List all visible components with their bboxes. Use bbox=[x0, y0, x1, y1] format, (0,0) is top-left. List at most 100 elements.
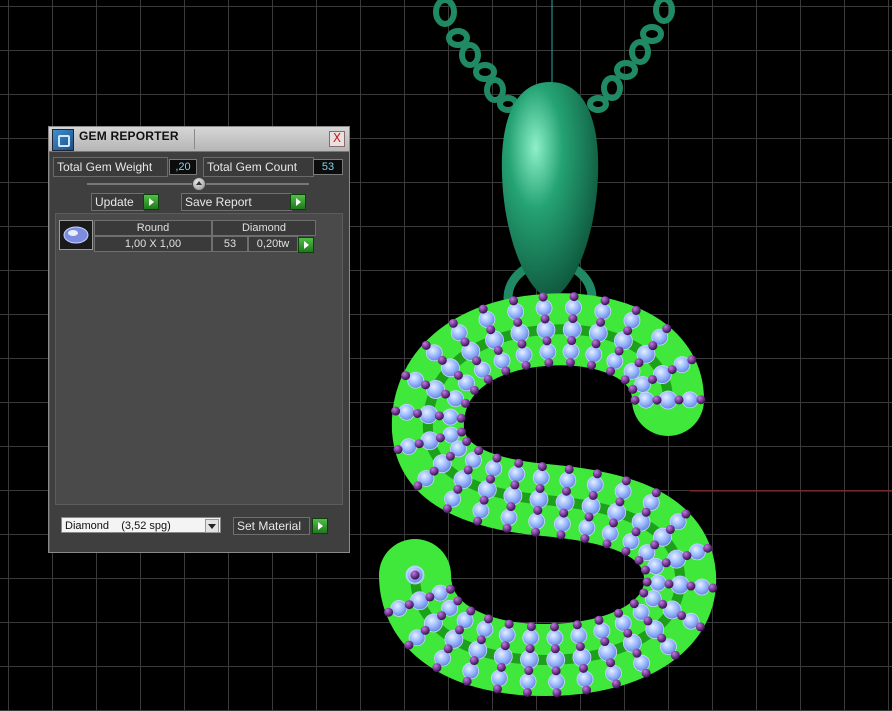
prong-bead bbox=[472, 356, 482, 366]
prong-bead bbox=[631, 305, 641, 315]
gem-row-play-icon[interactable] bbox=[298, 237, 314, 253]
prong-bead bbox=[425, 592, 435, 602]
pave-gem bbox=[546, 629, 564, 647]
prong-bead bbox=[640, 565, 650, 575]
set-material-button[interactable]: Set Material bbox=[233, 517, 310, 535]
prong-bead bbox=[473, 516, 483, 526]
prong-bead bbox=[606, 366, 616, 376]
save-report-button[interactable]: Save Report bbox=[181, 193, 292, 211]
prong-bead bbox=[596, 317, 606, 327]
prong-bead bbox=[474, 446, 484, 456]
prong-bead bbox=[682, 551, 692, 561]
prong-bead bbox=[502, 523, 512, 533]
pave-gem bbox=[670, 575, 690, 595]
prong-bead bbox=[552, 688, 562, 698]
pave-gem bbox=[400, 438, 417, 455]
prong-bead bbox=[501, 366, 511, 376]
prong-bead bbox=[687, 355, 697, 365]
pave-gem bbox=[637, 391, 655, 409]
prong-bead bbox=[661, 558, 671, 568]
pave-gem bbox=[598, 642, 618, 662]
round-gem-thumbnail[interactable] bbox=[59, 220, 93, 250]
pave-gem bbox=[562, 343, 580, 360]
pave-gem bbox=[500, 508, 518, 526]
pave-gem bbox=[507, 303, 525, 320]
prong-bead bbox=[648, 341, 658, 351]
prong-bead bbox=[453, 484, 463, 494]
pave-gem bbox=[633, 654, 650, 672]
pave-gem bbox=[565, 299, 582, 317]
prong-bead bbox=[500, 641, 510, 651]
update-play-icon[interactable] bbox=[143, 194, 159, 210]
gem-count-cell: 53 bbox=[212, 236, 248, 252]
prong-bead bbox=[492, 684, 502, 694]
pave-gem bbox=[515, 346, 533, 364]
set-material-play-icon[interactable] bbox=[312, 518, 328, 534]
prong-bead bbox=[632, 648, 642, 658]
title-divider bbox=[194, 129, 195, 149]
prong-bead bbox=[657, 633, 667, 643]
pave-gem bbox=[510, 323, 530, 343]
pave-gem bbox=[614, 482, 632, 500]
material-select[interactable]: Diamond (3,52 spg) bbox=[61, 517, 221, 533]
prong-bead bbox=[623, 628, 633, 638]
panel-titlebar[interactable]: GEM REPORTER X bbox=[49, 127, 349, 152]
prong-bead bbox=[615, 497, 625, 507]
prong-bead bbox=[456, 413, 466, 423]
prong-bead bbox=[578, 663, 588, 673]
prong-bead bbox=[561, 486, 571, 496]
prong-bead bbox=[393, 445, 403, 455]
prong-bead bbox=[401, 371, 411, 381]
pave-gem bbox=[606, 352, 624, 370]
prong-bead bbox=[658, 599, 668, 609]
prong-bead bbox=[642, 577, 652, 587]
pave-gem bbox=[559, 471, 577, 489]
pave-gem bbox=[601, 525, 619, 542]
prong-bead bbox=[384, 607, 394, 617]
prong-bead bbox=[641, 507, 651, 517]
close-icon[interactable]: X bbox=[329, 131, 345, 147]
update-button[interactable]: Update bbox=[91, 193, 144, 211]
prong-bead bbox=[462, 676, 472, 686]
pave-gem bbox=[555, 492, 575, 512]
prong-bead bbox=[493, 345, 503, 355]
pave-gem bbox=[493, 647, 513, 666]
pave-gem bbox=[468, 640, 488, 660]
pave-gem bbox=[570, 627, 588, 645]
prong-bead bbox=[435, 433, 445, 443]
prong-bead bbox=[453, 596, 463, 606]
prong-bead bbox=[437, 611, 447, 621]
pave-gem bbox=[535, 299, 553, 317]
total-gem-count-label: Total Gem Count bbox=[203, 157, 314, 177]
prong-bead bbox=[404, 600, 414, 610]
pave-gem bbox=[410, 591, 429, 611]
prong-bead bbox=[621, 546, 631, 556]
pave-gem bbox=[522, 629, 540, 646]
prong-bead bbox=[460, 337, 470, 347]
prong-bead bbox=[550, 644, 560, 654]
pave-gem bbox=[593, 622, 611, 640]
pave-gem bbox=[493, 352, 511, 370]
pave-gem bbox=[442, 426, 460, 444]
chevron-down-icon[interactable] bbox=[205, 519, 219, 533]
prong-bead bbox=[556, 530, 566, 540]
save-report-play-icon[interactable] bbox=[290, 194, 306, 210]
prong-bead bbox=[567, 336, 577, 346]
prong-bead bbox=[421, 380, 431, 390]
collapse-toggle-icon[interactable] bbox=[192, 177, 206, 191]
prong-bead bbox=[600, 296, 610, 306]
pave-gem bbox=[472, 502, 490, 520]
prong-bead bbox=[580, 534, 590, 544]
gem-reporter-panel: GEM REPORTER X Total Gem Weight ,20 Tota… bbox=[48, 126, 350, 553]
pave-gem bbox=[607, 502, 627, 522]
pave-gem bbox=[477, 480, 497, 500]
pave-gem bbox=[548, 673, 565, 691]
prong-bead bbox=[432, 663, 442, 673]
prong-bead bbox=[592, 469, 602, 479]
prong-bead bbox=[478, 304, 488, 314]
prong-bead bbox=[443, 644, 453, 654]
prong-bead bbox=[651, 488, 661, 498]
prong-bead bbox=[476, 635, 486, 645]
prong-bead bbox=[681, 509, 691, 519]
prong-bead bbox=[641, 668, 651, 678]
